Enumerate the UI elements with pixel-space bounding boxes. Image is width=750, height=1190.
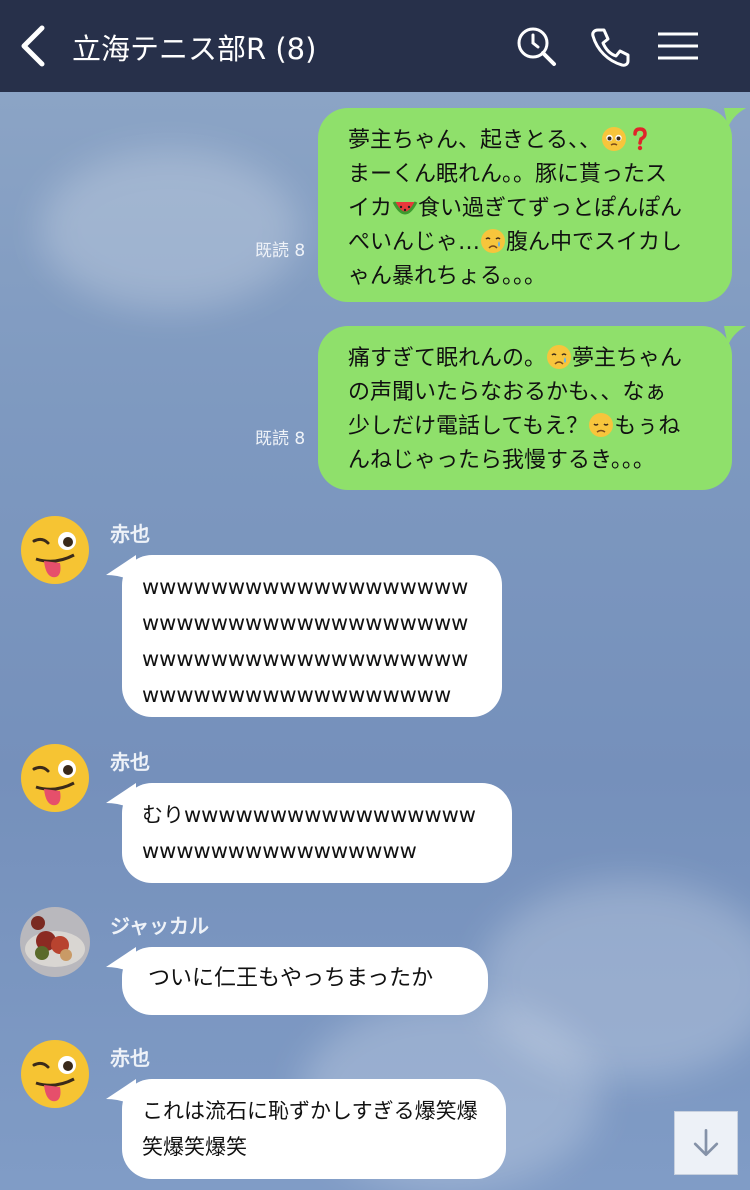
sender-name: ジャッカル xyxy=(110,914,209,938)
chat-title: 立海テニス部R (8) xyxy=(72,32,317,66)
search-button[interactable] xyxy=(514,24,558,68)
menu-icon xyxy=(658,32,698,60)
sender-name: 赤也 xyxy=(110,750,150,774)
chat-header: 立海テニス部R (8) xyxy=(0,0,750,92)
phone-icon xyxy=(591,28,630,67)
crying-face-emoji-icon xyxy=(547,345,572,369)
message-text: ついに仁王もやっちまったか xyxy=(148,966,434,991)
incoming-message-bubble[interactable]: ついに仁王もやっちまったか xyxy=(122,947,488,1015)
message-text: wwwwwwwwwwwwwwwwwwwwwwwwwwwwwwwwwwwwwwww… xyxy=(142,575,469,707)
message-text: むりwwwwwwwwwwwwwwwwwwwwwwwwwwwwwwwww xyxy=(142,803,476,863)
outgoing-message-bubble[interactable]: 痛すぎて眠れんの。 夢主ちゃん の声聞いたらなおるかも、、なぁ 少しだけ電話しても… xyxy=(318,326,732,490)
message-text: これは流石に恥ずかしすぎる爆笑爆笑爆笑爆笑 xyxy=(142,1099,478,1159)
back-button[interactable] xyxy=(14,22,54,70)
chevron-left-icon xyxy=(21,25,45,67)
crying-face-emoji-icon xyxy=(481,229,506,253)
search-icon xyxy=(517,27,556,66)
menu-button[interactable] xyxy=(656,24,700,68)
read-receipt: 既読 8 xyxy=(255,429,306,449)
incoming-message-bubble[interactable]: wwwwwwwwwwwwwwwwwwwwwwwwwwwwwwwwwwwwwwww… xyxy=(122,555,502,717)
disappointed-face-emoji-icon xyxy=(589,413,614,437)
avatar-jackal[interactable] xyxy=(20,907,90,977)
winking-tongue-emoji-icon xyxy=(21,1040,89,1108)
incoming-message-bubble[interactable]: これは流石に恥ずかしすぎる爆笑爆笑爆笑爆笑 xyxy=(122,1079,506,1179)
question-mark-icon xyxy=(633,127,647,151)
sender-name: 赤也 xyxy=(110,1046,150,1070)
scroll-to-bottom-button[interactable] xyxy=(674,1111,738,1175)
message-text: 痛すぎて眠れんの。 夢主ちゃん の声聞いたらなおるかも、、なぁ 少しだけ電話しても… xyxy=(348,345,683,473)
avatar-akaya[interactable] xyxy=(20,515,90,585)
message-text: 夢主ちゃん、起きとる、、 まーくん眠れん。。豚に貰ったス イカ 食い過ぎてずっとぽ… xyxy=(348,127,683,289)
pleading-face-emoji-icon xyxy=(602,127,627,151)
avatar-akaya[interactable] xyxy=(20,743,90,813)
winking-tongue-emoji-icon xyxy=(21,744,89,812)
food-photo-avatar-icon xyxy=(20,907,90,977)
watermelon-emoji-icon xyxy=(392,201,418,215)
call-button[interactable] xyxy=(588,24,632,68)
sender-name: 赤也 xyxy=(110,522,150,546)
incoming-message-bubble[interactable]: むりwwwwwwwwwwwwwwwwwwwwwwwwwwwwwwwww xyxy=(122,783,512,883)
avatar-akaya[interactable] xyxy=(20,1039,90,1109)
arrow-down-icon xyxy=(693,1129,719,1157)
background-cloud xyxy=(40,150,300,310)
outgoing-message-bubble[interactable]: 夢主ちゃん、起きとる、、 まーくん眠れん。。豚に貰ったス イカ 食い過ぎてずっとぽ… xyxy=(318,108,732,302)
read-receipt: 既読 8 xyxy=(255,241,306,261)
winking-tongue-emoji-icon xyxy=(21,516,89,584)
